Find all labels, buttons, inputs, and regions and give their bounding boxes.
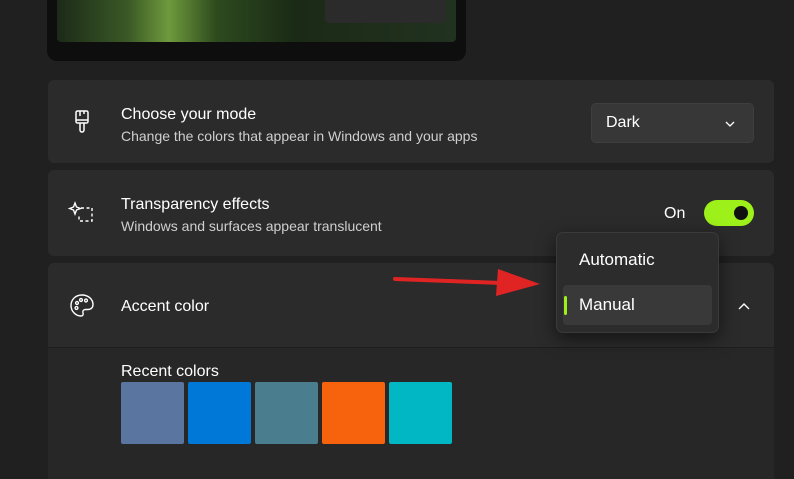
mode-subtitle: Change the colors that appear in Windows… [121, 128, 478, 144]
toggle-knob [734, 206, 748, 220]
mode-dropdown-value: Dark [606, 114, 640, 131]
transparency-toggle[interactable] [704, 200, 754, 226]
recent-colors-label: Recent colors [121, 363, 219, 380]
mode-title: Choose your mode [121, 106, 257, 123]
selected-indicator [564, 296, 567, 315]
recent-color-swatch[interactable] [121, 382, 184, 444]
transparency-title: Transparency effects [121, 196, 270, 213]
menu-item-label: Manual [579, 295, 635, 314]
palette-icon [70, 294, 94, 317]
chevron-up-icon[interactable] [736, 298, 752, 314]
mode-dropdown[interactable]: Dark [591, 103, 754, 143]
theme-preview [47, 0, 466, 61]
annotation-arrow-icon [393, 269, 540, 296]
choose-mode-card: Choose your mode Change the colors that … [48, 80, 774, 163]
transparency-state-label: On [664, 205, 686, 222]
transparency-subtitle: Windows and surfaces appear translucent [121, 218, 382, 234]
paintbrush-icon [75, 110, 89, 133]
recent-color-swatch[interactable] [255, 382, 318, 444]
accent-mode-menu: Automatic Manual [556, 232, 719, 333]
sparkle-icon [68, 201, 93, 222]
menu-item-automatic[interactable]: Automatic [563, 240, 712, 280]
recent-color-swatch[interactable] [389, 382, 452, 444]
chevron-down-icon [725, 121, 735, 127]
accent-title: Accent color [121, 298, 210, 315]
menu-item-manual[interactable]: Manual [563, 285, 712, 325]
preview-window [325, 0, 446, 23]
menu-item-label: Automatic [579, 250, 655, 269]
recent-color-swatch[interactable] [188, 382, 251, 444]
recent-color-swatch[interactable] [322, 382, 385, 444]
